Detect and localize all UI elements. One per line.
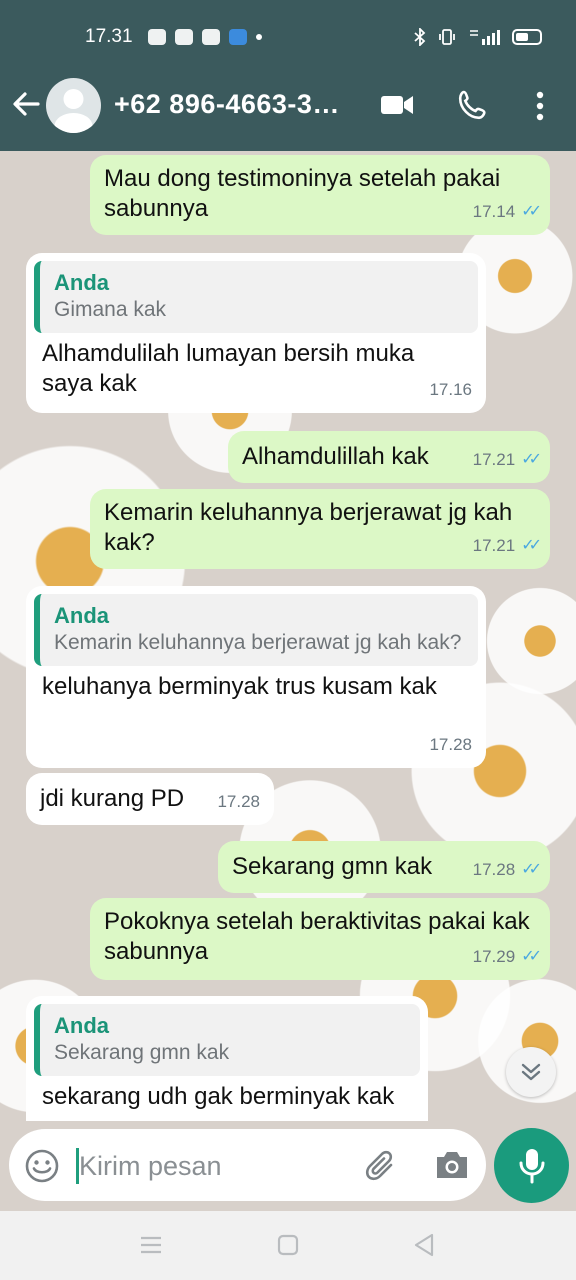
message-meta: 17.28 ✓✓ (472, 855, 542, 885)
shop-icon (202, 29, 220, 45)
quote-author: Anda (54, 1013, 109, 1038)
camera-icon[interactable] (433, 1148, 471, 1182)
quote-text: Kemarin keluhannya berjerawat jg kah kak… (54, 631, 462, 654)
back-nav-icon[interactable] (413, 1233, 435, 1257)
vibrate-icon (439, 29, 455, 45)
quoted-message[interactable]: Anda Kemarin keluhannya berjerawat jg ka… (34, 594, 478, 666)
read-receipt-icon: ✓✓ (521, 203, 542, 220)
quoted-message[interactable]: Anda Gimana kak (34, 261, 478, 333)
message-meta: 17.21 ✓✓ (472, 445, 542, 475)
home-icon[interactable] (277, 1234, 299, 1256)
microphone-icon (519, 1148, 544, 1183)
more-notifications-icon (256, 34, 262, 40)
message-incoming[interactable]: jdi kurang PD 17.28 (26, 773, 274, 825)
signal-icon (470, 30, 500, 45)
notification-icons (148, 29, 262, 45)
message-incoming[interactable]: Anda Kemarin keluhannya berjerawat jg ka… (26, 586, 486, 768)
message-text: sekarang udh gak berminyak kak (42, 1083, 395, 1110)
read-receipt-icon: ✓✓ (521, 451, 542, 468)
chat-header: +62 896-4663-3… (0, 72, 576, 140)
message-meta: 17.21 ✓✓ (472, 531, 542, 561)
message-time: 17.21 (472, 536, 516, 555)
message-time: 17.28 (472, 860, 516, 879)
video-call-icon[interactable] (380, 90, 414, 120)
system-icons (414, 28, 542, 46)
message-placeholder: Kirim pesan (79, 1151, 222, 1181)
voice-message-button[interactable] (494, 1128, 569, 1203)
message-meta: 17.16 (429, 375, 472, 405)
contact-name[interactable]: +62 896-4663-3… (114, 89, 340, 120)
status-bar: 17.31 (0, 24, 576, 52)
message-meta: 17.28 (217, 787, 260, 817)
message-meta: 17.14 ✓✓ (472, 197, 542, 227)
read-receipt-icon: ✓✓ (521, 537, 542, 554)
message-time: 17.28 (217, 792, 260, 811)
voice-call-icon[interactable] (457, 90, 489, 122)
message-text: Alhamdulilah lumayan bersih muka saya ka… (42, 340, 415, 397)
message-outgoing[interactable]: Kemarin keluhannya berjerawat jg kah kak… (90, 489, 550, 569)
back-arrow-icon[interactable] (10, 88, 42, 120)
double-chevron-down-icon (521, 1063, 541, 1081)
read-receipt-icon: ✓✓ (521, 861, 542, 878)
quote-author: Anda (54, 603, 109, 628)
quote-text: Gimana kak (54, 298, 167, 321)
quote-text: Sekarang gmn kak (54, 1041, 230, 1064)
message-time: 17.21 (472, 450, 516, 469)
message-meta: 17.29 ✓✓ (472, 942, 542, 972)
message-text: keluhanya berminyak trus kusam kak (42, 673, 437, 700)
attachment-icon[interactable] (364, 1148, 400, 1184)
read-receipt-icon: ✓✓ (521, 948, 542, 965)
message-incoming[interactable]: Anda Sekarang gmn kak sekarang udh gak b… (26, 996, 428, 1121)
app-icon (229, 29, 247, 45)
contact-avatar[interactable] (46, 78, 101, 133)
message-incoming[interactable]: Anda Gimana kak Alhamdulilah lumayan ber… (26, 253, 486, 413)
message-composer: Kirim pesan (0, 1121, 576, 1211)
message-outgoing[interactable]: Mau dong testimoninya setelah pakai sabu… (90, 155, 550, 235)
message-meta: 17.28 (429, 730, 472, 760)
message-outgoing[interactable]: Alhamdulillah kak 17.21 ✓✓ (228, 431, 550, 483)
message-text: Pokoknya setelah beraktivitas pakai kak … (104, 908, 530, 965)
line-app-icon (148, 29, 166, 45)
scroll-to-bottom-button[interactable] (506, 1047, 556, 1097)
message-input[interactable]: Kirim pesan (9, 1129, 486, 1201)
message-time: 17.14 (472, 202, 516, 221)
status-time: 17.31 (85, 26, 133, 47)
telegram-icon (175, 29, 193, 45)
message-text: Mau dong testimoninya setelah pakai sabu… (104, 165, 501, 222)
message-time: 17.16 (429, 380, 472, 399)
top-bar: 17.31 +62 896-4663-3… (0, 0, 576, 151)
bluetooth-icon (414, 28, 426, 46)
message-outgoing[interactable]: Pokoknya setelah beraktivitas pakai kak … (90, 898, 550, 980)
quote-author: Anda (54, 270, 109, 295)
message-time: 17.29 (472, 947, 516, 966)
more-options-icon[interactable] (533, 90, 547, 122)
message-outgoing[interactable]: Sekarang gmn kak 17.28 ✓✓ (218, 841, 550, 893)
default-avatar-icon (54, 89, 93, 133)
recent-apps-icon[interactable] (139, 1235, 163, 1255)
emoji-icon[interactable] (24, 1148, 60, 1184)
message-text: Kemarin keluhannya berjerawat jg kah kak… (104, 499, 513, 556)
chat-area[interactable]: Mau dong testimoninya setelah pakai sabu… (0, 151, 576, 1121)
quoted-message[interactable]: Anda Sekarang gmn kak (34, 1004, 420, 1076)
system-navigation-bar (0, 1211, 576, 1280)
message-time: 17.28 (429, 735, 472, 754)
battery-icon (512, 29, 542, 45)
